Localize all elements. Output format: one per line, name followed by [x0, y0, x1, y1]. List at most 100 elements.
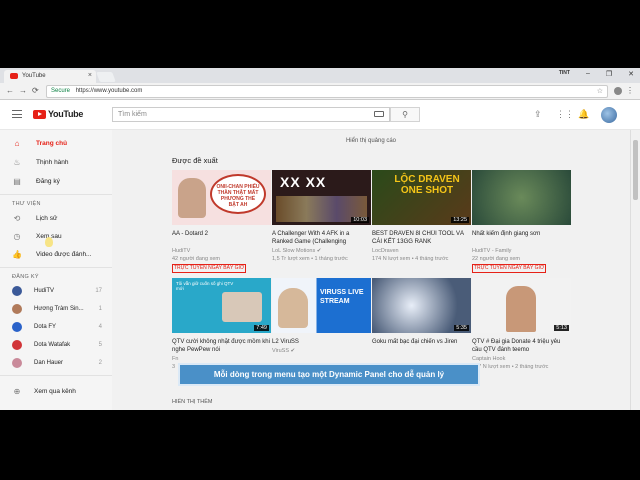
subscriptions-icon: ▤ — [13, 176, 21, 186]
new-tab-button[interactable] — [96, 72, 116, 82]
library-heading: THƯ VIỆN — [12, 201, 41, 207]
video-thumbnail[interactable]: VIRUSS LIVE STREAM — [272, 278, 371, 333]
hamburger-menu-icon[interactable] — [12, 110, 22, 118]
shelf-title[interactable]: Được đề xuất — [172, 156, 218, 165]
minimize-icon[interactable]: – — [586, 70, 590, 78]
sidebar-item-subscriptions[interactable]: ▤ Đăng ký — [0, 172, 112, 190]
sidebar-item-watch-later[interactable]: ◷ Xem sau — [0, 227, 112, 245]
viewers-count: 42 người đang xem — [172, 256, 220, 262]
show-more-button[interactable]: HIỂN THỊ THÊM — [172, 399, 212, 405]
video-title[interactable]: AA - Dotard 2 — [172, 230, 271, 238]
channel-name[interactable]: LocDraven — [372, 248, 399, 254]
sidebar-item-label: Đăng ký — [36, 177, 60, 185]
channel-avatar — [12, 340, 22, 350]
sidebar-divider — [0, 194, 112, 195]
channel-name[interactable]: HudiTV - Family — [472, 248, 511, 254]
tab-close-icon[interactable]: × — [88, 72, 92, 79]
account-avatar[interactable] — [601, 107, 617, 123]
thumb-text: Tôi vẫn giữ cuốn số ghi QTV mới — [176, 281, 234, 291]
upload-icon[interactable]: ⇪ — [534, 109, 542, 120]
video-title[interactable]: QTV # Đại gia Donate 4 triệu yêu cầu QTV… — [472, 338, 571, 354]
channel-name[interactable]: HudiTV — [172, 248, 190, 254]
video-thumbnail[interactable]: LỘC DRAVEN ONE SHOT 13:25 — [372, 170, 471, 225]
video-duration: 7:49 — [254, 325, 269, 331]
video-title[interactable]: QTV cười không nhặt được mồm khi nghe Pe… — [172, 338, 271, 354]
channel-name: Dan Hauer — [34, 360, 64, 366]
sidebar-sub-dota-watafak[interactable]: Dota Watafak 5 — [0, 337, 112, 354]
video-duration: 13:25 — [451, 217, 469, 223]
channel-name[interactable]: Captain Hook — [472, 356, 505, 362]
video-duration: 5:35 — [454, 325, 469, 331]
tab-title: YouTube — [22, 73, 46, 79]
video-title[interactable]: A Challenger With 4 AFK in a Ranked Game… — [272, 230, 371, 246]
notifications-bell-icon[interactable]: 🔔 — [578, 109, 589, 120]
history-icon: ⟲ — [13, 213, 21, 223]
flame-icon: ♨ — [13, 157, 21, 167]
video-title[interactable]: Nhất kiếm định giang sơn — [472, 230, 571, 238]
new-count: 2 — [98, 360, 102, 366]
video-thumbnail[interactable]: XX XX 10:03 — [272, 170, 371, 225]
sidebar-sub-huditv[interactable]: HudiTV 17 — [0, 283, 112, 300]
video-thumbnail[interactable]: ONII-CHAN PHIẾU THẦN THẬT MẤT PHƯƠNG THỂ… — [172, 170, 271, 225]
browser-menu-icon[interactable]: ⋮ — [626, 86, 634, 95]
viewers-count: 22 người đang xem — [472, 256, 520, 262]
new-count: 17 — [95, 288, 102, 294]
sidebar-sub-dota-fy[interactable]: Dota FY 4 — [0, 319, 112, 336]
back-icon[interactable]: ← — [6, 86, 14, 95]
keyboard-icon[interactable] — [374, 111, 384, 117]
scrollbar-thumb[interactable] — [633, 140, 638, 200]
channel-avatar — [12, 286, 22, 296]
video-thumbnail[interactable]: 5:35 — [372, 278, 471, 333]
video-card[interactable]: Nhất kiếm định giang sơn HudiTV - Family… — [472, 170, 571, 273]
channel-avatar — [12, 304, 22, 314]
thumb-text: XX XX — [280, 174, 327, 190]
channel-name[interactable]: Fn — [172, 356, 178, 362]
video-title[interactable]: BEST DRAVEN 8I CHỦI TOOL VÀ CÁI KẾT 13GG… — [372, 230, 471, 246]
channel-name[interactable]: ViruSS ✔ — [272, 348, 295, 354]
video-thumbnail[interactable]: Tôi vẫn giữ cuốn số ghi QTV mới 7:49 — [172, 278, 271, 333]
url-input[interactable]: Secure https://www.youtube.com ☆ — [46, 85, 608, 98]
sidebar-item-home[interactable]: ⌂ Trang chủ — [0, 134, 112, 152]
subscriptions-heading: ĐĂNG KÝ — [12, 274, 39, 280]
video-card[interactable]: 5:13 QTV # Đại gia Donate 4 triệu yêu cầ… — [472, 278, 571, 378]
video-title[interactable]: Goku mất bạc đại chiến vs Jiren — [372, 338, 471, 346]
home-icon: ⌂ — [14, 138, 20, 148]
address-bar-row: ← → ⟳ Secure https://www.youtube.com ☆ ⋮ — [0, 83, 640, 100]
bookmark-star-icon[interactable]: ☆ — [597, 87, 603, 95]
video-title[interactable]: L2 ViruSS — [272, 338, 371, 346]
forward-icon[interactable]: → — [19, 86, 27, 95]
clock-icon: ◷ — [13, 231, 21, 241]
extension-icon[interactable] — [614, 87, 622, 95]
page-scrollbar[interactable] — [630, 130, 640, 410]
sidebar-item-liked-videos[interactable]: 👍 Video được đánh... — [0, 245, 112, 263]
search-button[interactable]: ⚲ — [390, 107, 420, 122]
search-input[interactable]: Tìm kiếm — [112, 107, 390, 122]
channel-name[interactable]: LoL Slow Motions ✔ — [272, 248, 321, 254]
profile-label[interactable]: TINT — [559, 70, 570, 78]
youtube-logo[interactable]: YouTube — [33, 109, 83, 119]
apps-grid-icon[interactable]: ⋮⋮ — [556, 109, 574, 120]
browser-tab[interactable]: YouTube × — [4, 70, 96, 83]
sidebar-item-browse-channels[interactable]: ⊕ Xem qua kênh — [0, 382, 112, 400]
youtube-header: YouTube Tìm kiếm ⚲ ⇪ ⋮⋮ 🔔 — [0, 100, 640, 130]
video-thumbnail[interactable]: 5:13 — [472, 278, 571, 333]
sidebar-divider — [0, 267, 112, 268]
video-card[interactable]: LỘC DRAVEN ONE SHOT 13:25 BEST DRAVEN 8I… — [372, 170, 471, 270]
ad-notice[interactable]: Hiển thị quảng cáo — [112, 138, 630, 144]
video-meta: 174 N lượt xem • 4 tháng trước — [372, 256, 449, 262]
person-graphic — [506, 286, 536, 332]
maximize-icon[interactable]: ❐ — [606, 70, 612, 78]
sidebar-item-trending[interactable]: ♨ Thịnh hành — [0, 153, 112, 171]
video-thumbnail[interactable] — [472, 170, 571, 225]
reload-icon[interactable]: ⟳ — [32, 86, 39, 95]
video-card[interactable]: ONII-CHAN PHIẾU THẦN THẬT MẤT PHƯƠNG THỂ… — [172, 170, 271, 273]
video-card[interactable]: XX XX 10:03 A Challenger With 4 AFK in a… — [272, 170, 371, 270]
sidebar-sub-huong-tram[interactable]: Hương Tràm Sin... 1 — [0, 301, 112, 318]
close-window-icon[interactable]: ✕ — [628, 70, 634, 78]
sidebar-sub-dan-hauer[interactable]: Dan Hauer 2 — [0, 355, 112, 372]
person-graphic — [278, 288, 308, 328]
secure-label: Secure — [51, 88, 71, 94]
sidebar-item-history[interactable]: ⟲ Lịch sử — [0, 209, 112, 227]
live-badge: TRỰC TUYẾN NGAY BÂY GIỜ — [472, 264, 547, 273]
person-graphic — [178, 178, 206, 218]
